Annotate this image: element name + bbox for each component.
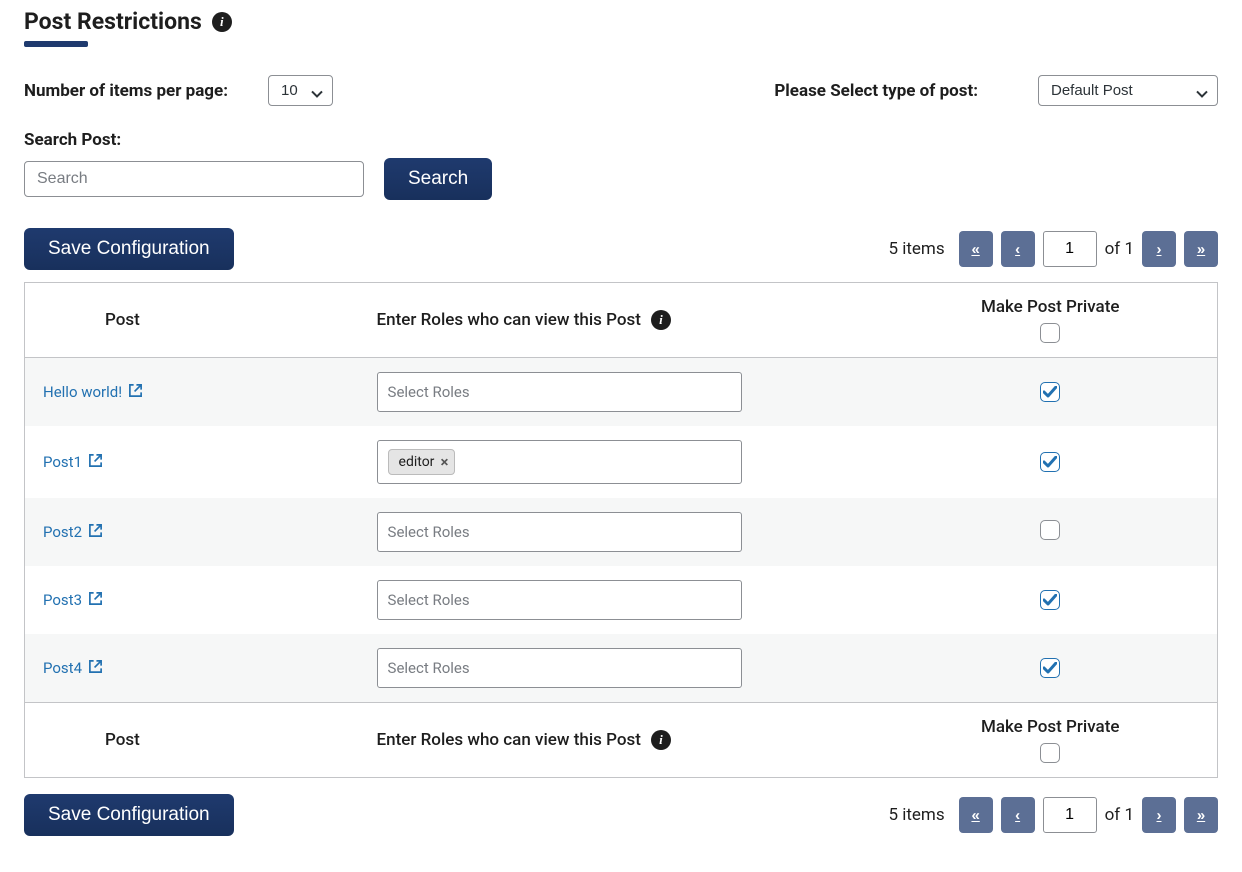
checkbox-private[interactable] [1040,452,1060,472]
page-title: Post Restrictions [24,8,202,35]
col-roles-footer: Enter Roles who can view this Post [377,730,641,750]
roles-input[interactable]: Select Roles [377,648,742,688]
page-next-button[interactable]: › [1142,797,1176,833]
save-config-button-bottom[interactable]: Save Configuration [24,794,234,836]
posts-table: Post Enter Roles who can view this Post … [24,282,1218,778]
page-of-text: of 1 [1105,239,1134,259]
post-link[interactable]: Post1 [43,453,103,472]
col-post-footer: Post [25,703,359,778]
post-type-select[interactable]: Default Post [1038,75,1218,106]
roles-placeholder: Select Roles [388,523,470,541]
page-prev-button[interactable]: ‹ [1001,797,1035,833]
post-title: Post3 [43,591,82,609]
items-per-page-select[interactable]: 10 [268,75,333,106]
search-input[interactable] [24,161,364,197]
page-number-input[interactable] [1043,231,1097,267]
pagination-bottom: 5 items « ‹ of 1 › » [888,797,1218,833]
info-icon[interactable]: i [212,12,232,32]
save-config-button-top[interactable]: Save Configuration [24,228,234,270]
items-count: 5 items [888,805,944,825]
checkbox-select-all-private-top[interactable] [1040,323,1060,343]
external-link-icon [88,453,103,472]
info-icon[interactable]: i [651,310,671,330]
search-section: Search Post: Search [24,130,1218,200]
external-link-icon [88,523,103,542]
pagination-top: 5 items « ‹ of 1 › » [888,231,1218,267]
table-row: Post3 Select Roles [25,566,1218,634]
title-underline [24,41,88,47]
remove-tag-icon[interactable]: × [440,453,448,471]
page-last-button[interactable]: » [1184,231,1218,267]
table-row: Post4 Select Roles [25,634,1218,703]
roles-placeholder: Select Roles [388,659,470,677]
post-link[interactable]: Post4 [43,659,103,678]
post-title: Post4 [43,659,82,677]
page-number-input[interactable] [1043,797,1097,833]
post-title: Post2 [43,523,82,541]
post-link[interactable]: Post2 [43,523,103,542]
checkbox-private[interactable] [1040,658,1060,678]
col-private: Make Post Private [981,297,1120,317]
search-button[interactable]: Search [384,158,492,200]
table-row: Hello world! Select Roles [25,358,1218,427]
page-first-button[interactable]: « [959,797,993,833]
page-last-button[interactable]: » [1184,797,1218,833]
page-prev-button[interactable]: ‹ [1001,231,1035,267]
external-link-icon [128,383,143,402]
page-next-button[interactable]: › [1142,231,1176,267]
roles-input[interactable]: editor× [377,440,742,484]
checkbox-private[interactable] [1040,590,1060,610]
table-row: Post1 editor× [25,426,1218,498]
info-icon[interactable]: i [651,730,671,750]
post-title: Hello world! [43,383,122,401]
checkbox-private[interactable] [1040,382,1060,402]
role-tag: editor× [388,449,456,475]
items-count: 5 items [888,239,944,259]
col-private-footer: Make Post Private [981,717,1120,737]
checkbox-private[interactable] [1040,520,1060,540]
page-first-button[interactable]: « [959,231,993,267]
post-type-label: Please Select type of post: [774,81,978,101]
roles-placeholder: Select Roles [388,383,470,401]
page-of-text: of 1 [1105,805,1134,825]
controls-row: Number of items per page: 10 Please Sele… [24,75,1218,106]
col-roles: Enter Roles who can view this Post [377,310,641,330]
post-title: Post1 [43,453,82,471]
checkbox-select-all-private-bottom[interactable] [1040,743,1060,763]
items-per-page-label: Number of items per page: [24,81,228,101]
roles-placeholder: Select Roles [388,591,470,609]
search-label: Search Post: [24,130,1218,150]
external-link-icon [88,659,103,678]
post-link[interactable]: Hello world! [43,383,143,402]
roles-input[interactable]: Select Roles [377,580,742,620]
col-post: Post [25,283,359,358]
post-link[interactable]: Post3 [43,591,103,610]
external-link-icon [88,591,103,610]
roles-input[interactable]: Select Roles [377,372,742,412]
table-row: Post2 Select Roles [25,498,1218,566]
roles-input[interactable]: Select Roles [377,512,742,552]
